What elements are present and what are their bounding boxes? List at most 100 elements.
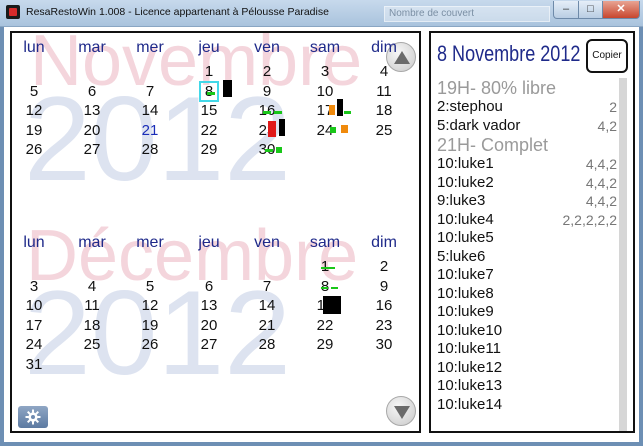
booking-row[interactable]: 9:luke3 4,4,2 — [437, 192, 617, 211]
booking-row[interactable]: 10:luke7 — [437, 266, 617, 285]
booking-label: 10:luke5 — [437, 229, 494, 246]
day-number: 13 — [200, 297, 218, 314]
calendar-day[interactable]: 10 — [12, 297, 56, 314]
booking-scrollbar[interactable] — [619, 78, 627, 431]
occupancy-marker — [263, 111, 271, 114]
booking-row[interactable]: 10:luke12 — [437, 359, 617, 378]
calendar-day[interactable]: 29 — [303, 336, 347, 353]
booking-row[interactable]: 2:stephou 2 — [437, 98, 617, 117]
calendar-day[interactable]: 18 — [362, 102, 406, 119]
calendar-day[interactable]: 17 — [12, 317, 56, 334]
calendar-day[interactable]: 3 — [12, 278, 56, 295]
calendar-day[interactable]: 21 — [245, 317, 289, 334]
booking-row[interactable]: 10:luke10 — [437, 322, 617, 341]
calendar-day[interactable]: 7 — [128, 83, 172, 100]
settings-button[interactable] — [18, 406, 48, 428]
calendar-day[interactable]: 21 — [128, 122, 172, 139]
close-button[interactable]: ✕ — [602, 1, 640, 19]
day-number: 17 — [25, 316, 43, 334]
calendar-day[interactable]: 29 — [187, 141, 231, 158]
booking-row[interactable]: 10:luke13 — [437, 377, 617, 396]
booking-row[interactable]: 10:luke9 — [437, 303, 617, 322]
calendar-day[interactable]: 19 — [12, 122, 56, 139]
day-number: 28 — [141, 141, 159, 158]
calendar-day[interactable]: 9 — [362, 278, 406, 295]
booking-row[interactable]: 10:luke5 — [437, 229, 617, 248]
day-number: 21 — [258, 316, 276, 334]
calendar-day[interactable]: 16 — [362, 297, 406, 314]
calendar-day[interactable]: 6 — [187, 278, 231, 295]
calendar-day[interactable]: 22 — [303, 317, 347, 334]
calendar-day[interactable]: 3 — [303, 63, 347, 80]
booking-label: 5:dark vador — [437, 116, 521, 134]
minimize-button[interactable]: – — [553, 1, 579, 19]
calendar-day[interactable]: 5 — [128, 278, 172, 295]
booking-row[interactable]: 5:dark vador 4,2 — [437, 117, 617, 136]
calendar-day[interactable]: 31 — [12, 356, 56, 373]
next-month-button[interactable] — [386, 396, 416, 426]
day-number: 9 — [379, 277, 389, 295]
calendar-day[interactable]: 12 — [12, 102, 56, 119]
calendar-day[interactable]: 12 — [128, 297, 172, 314]
calendar-day[interactable]: 19 — [128, 317, 172, 334]
calendar-day[interactable]: 15 — [187, 102, 231, 119]
calendar-day[interactable]: 14 — [245, 297, 289, 314]
app-window: ResaRestoWin 1.008 - Licence appartenant… — [0, 0, 643, 446]
calendar-day[interactable]: 20 — [70, 122, 114, 139]
calendar-day[interactable]: 1 — [187, 63, 231, 80]
day-number: 29 — [200, 141, 218, 158]
booking-row[interactable]: 5:luke6 — [437, 248, 617, 267]
day-number: 5 — [145, 277, 155, 295]
booking-row[interactable]: 10:luke2 4,4,2 — [437, 174, 617, 193]
calendar-day[interactable]: 24 — [12, 336, 56, 353]
calendar-day[interactable]: 11 — [362, 83, 406, 100]
calendar-day[interactable]: 14 — [128, 102, 172, 119]
calendar-day[interactable]: 4 — [362, 63, 406, 80]
title-bar[interactable]: ResaRestoWin 1.008 - Licence appartenant… — [0, 0, 643, 27]
occupancy-marker — [344, 111, 351, 114]
weekday-header: jeu — [198, 39, 220, 56]
calendar-day[interactable]: 10 — [303, 83, 347, 100]
calendar-day[interactable]: 13 — [187, 297, 231, 314]
calendar-day[interactable]: 6 — [70, 83, 114, 100]
booking-label: 9:luke3 — [437, 192, 486, 209]
table-sizes: 4,4,2 — [585, 174, 617, 191]
calendar-day[interactable]: 2 — [362, 258, 406, 275]
booking-row[interactable]: 10:luke8 — [437, 285, 617, 304]
calendar-day[interactable]: 11 — [70, 297, 114, 314]
calendar-day[interactable]: 5 — [12, 83, 56, 100]
day-number: 6 — [87, 82, 97, 100]
calendar-day[interactable]: 18 — [70, 317, 114, 334]
booking-row[interactable]: 10:luke4 2,2,2,2,2 — [437, 211, 617, 230]
copy-button[interactable]: Copier — [586, 39, 628, 73]
occupancy-marker — [268, 120, 276, 137]
calendar-day[interactable]: 26 — [128, 336, 172, 353]
booking-row[interactable]: 10:luke1 4,4,2 — [437, 155, 617, 174]
booking-row[interactable]: 10:luke14 — [437, 396, 617, 415]
calendar-day[interactable]: 4 — [70, 278, 114, 295]
calendar-day[interactable]: 28 — [128, 141, 172, 158]
calendar-day[interactable]: 27 — [70, 141, 114, 158]
calendar-day[interactable]: 27 — [187, 336, 231, 353]
day-number: 21 — [141, 121, 159, 139]
calendar-day[interactable]: 13 — [70, 102, 114, 119]
service-header: 21H- Complet — [437, 135, 617, 155]
calendar-day[interactable]: 20 — [187, 317, 231, 334]
calendar-day[interactable]: 2 — [245, 63, 289, 80]
calendar-day[interactable]: 26 — [12, 141, 56, 158]
booking-row[interactable]: 10:luke11 — [437, 340, 617, 359]
maximize-button[interactable]: □ — [578, 1, 603, 19]
calendar-day[interactable]: 23 — [362, 317, 406, 334]
calendar-day[interactable]: 30 — [362, 336, 406, 353]
booking-label: 19H- 80% libre — [437, 78, 557, 98]
covers-field[interactable]: Nombre de couvert — [384, 6, 550, 22]
calendar-day[interactable]: 7 — [245, 278, 289, 295]
calendar-day[interactable]: 25 — [70, 336, 114, 353]
calendar-day[interactable]: 25 — [362, 122, 406, 139]
calendar-day[interactable]: 28 — [245, 336, 289, 353]
occupancy-marker — [337, 99, 343, 116]
calendar-day[interactable]: 22 — [187, 122, 231, 139]
weekday-header: mar — [78, 39, 106, 56]
occupancy-marker — [321, 267, 335, 269]
calendar-day[interactable]: 9 — [245, 83, 289, 100]
